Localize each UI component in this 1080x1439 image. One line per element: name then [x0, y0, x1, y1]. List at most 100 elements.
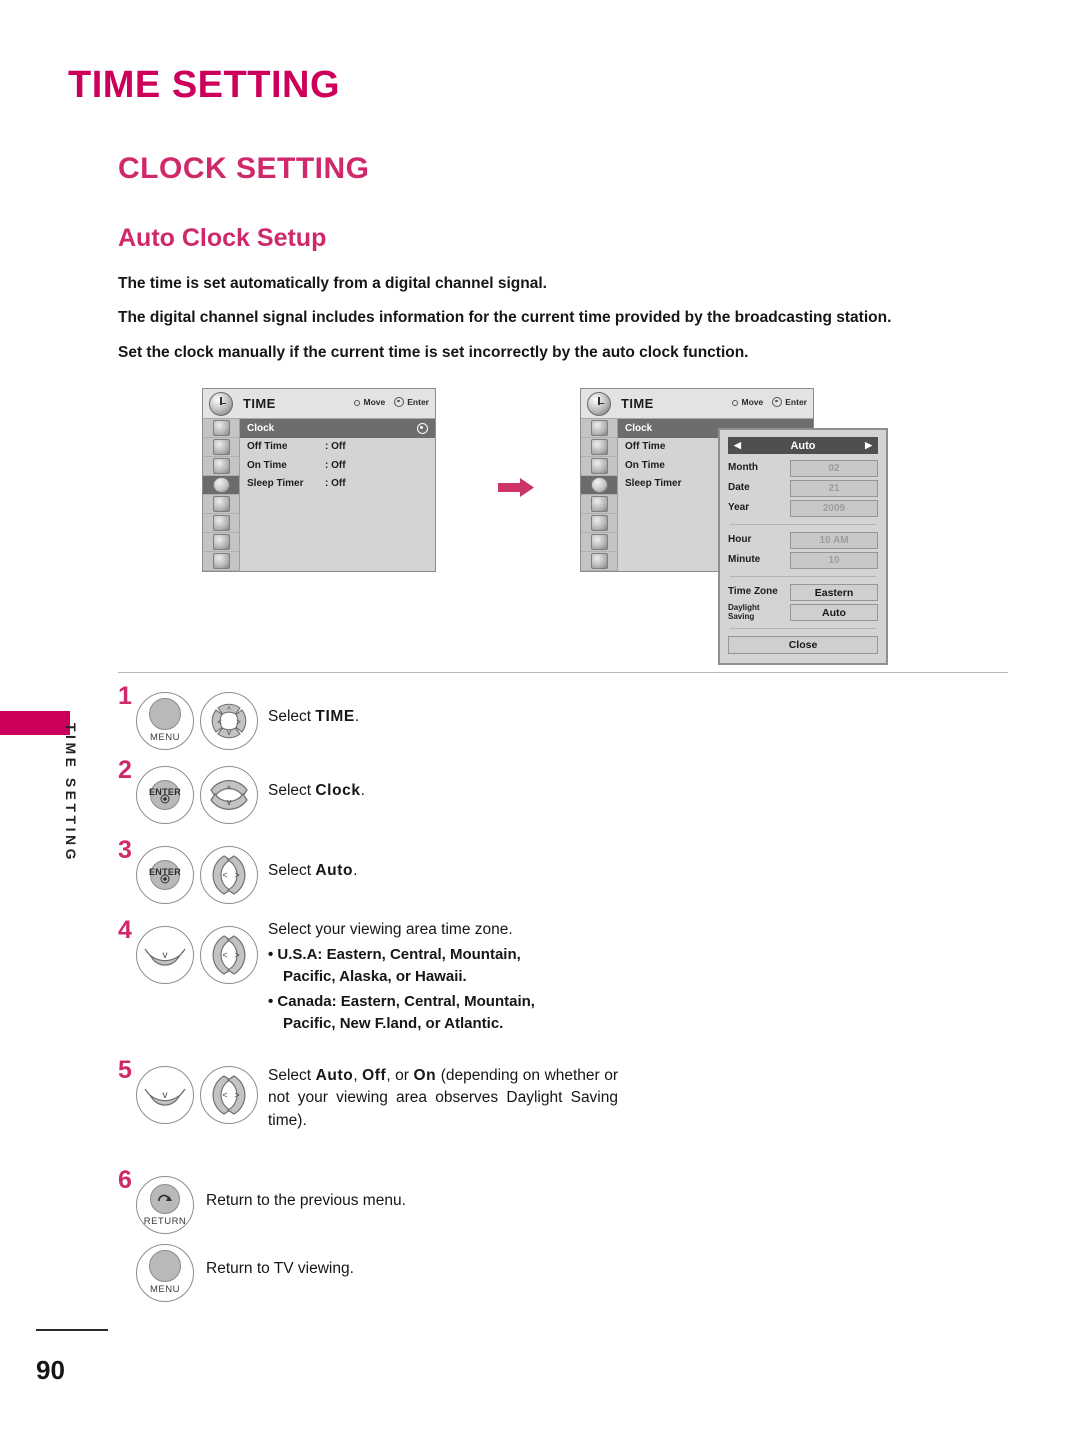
rail-icon-input[interactable] — [203, 533, 239, 552]
rail-icon-audio[interactable] — [203, 457, 239, 476]
dpad-icon — [352, 398, 361, 407]
hint-enter-label-2: Enter — [785, 397, 807, 407]
enter-dot-icon — [160, 874, 170, 884]
rail-icon-picture[interactable] — [203, 419, 239, 438]
rail-icon-usb[interactable] — [581, 552, 617, 571]
clock-mode-selector[interactable]: ◀ Auto ▶ — [728, 437, 878, 454]
intro-line-1: The time is set automatically from a dig… — [118, 275, 547, 292]
osd-header-2: TIME Move Enter — [581, 389, 813, 419]
picture-icon — [590, 420, 608, 436]
osd-sidebar-rail — [203, 419, 240, 571]
field-minute-value[interactable]: 10 — [790, 552, 878, 569]
return-button[interactable]: RETURN — [136, 1176, 194, 1234]
prev-arrow-icon[interactable]: ◀ — [734, 440, 741, 451]
field-hour: Hour 10 AM — [728, 532, 878, 549]
down-arrow-button-1[interactable]: v — [136, 926, 194, 984]
step-2-text: Select Clock. — [268, 780, 365, 802]
osd-row-on-time[interactable]: On Time : Off — [240, 456, 435, 475]
field-date-label: Date — [728, 482, 750, 494]
rail-icon-lock[interactable] — [581, 495, 617, 514]
step-2-text-bold: Clock — [315, 782, 361, 799]
hint-move: Move — [352, 397, 385, 407]
step-1-text-bold: TIME — [315, 708, 355, 725]
field-time-zone: Time Zone Eastern — [728, 584, 878, 601]
step-4-bullet-usa-line1: • U.S.A: Eastern, Central, Mountain, — [268, 946, 521, 964]
rail-icon-usb[interactable] — [203, 552, 239, 571]
field-minute-label: Minute — [728, 554, 761, 566]
svg-text:v: v — [163, 950, 168, 961]
field-year-label: Year — [728, 502, 750, 514]
subsection-heading: Auto Clock Setup — [118, 224, 327, 252]
leftright-arrows-button-3[interactable]: < > — [200, 1066, 258, 1124]
rail-icon-option[interactable] — [581, 514, 617, 533]
osd-row-clock-label: Clock — [247, 422, 275, 434]
osd-row-clock[interactable]: Clock — [240, 419, 435, 438]
rail-icon-screen[interactable] — [203, 438, 239, 457]
step-5-text: Select Auto, Off, or On (depending on wh… — [268, 1065, 618, 1132]
osd-row-clock-label: Clock — [625, 422, 653, 434]
field-year-value[interactable]: 2009 — [790, 500, 878, 517]
step-5-bold-auto: Auto — [315, 1067, 354, 1084]
leftright-arrows-button-1[interactable]: < > — [200, 846, 258, 904]
footer-divider — [36, 1329, 108, 1331]
step-5-bold-off: Off — [362, 1067, 387, 1084]
field-date-value[interactable]: 21 — [790, 480, 878, 497]
step-5-e: (depending on — [436, 1067, 541, 1084]
rail-icon-time[interactable] — [581, 476, 617, 495]
return-arrow-icon — [158, 1195, 172, 1202]
osd-sidebar-rail-2 — [581, 419, 618, 571]
usb-icon — [590, 553, 608, 569]
step-2-text-a: Select — [268, 782, 316, 799]
menu-button-cap — [149, 698, 181, 731]
updown-arrows-icon: ^ v — [210, 780, 248, 810]
step-5-bold-on: On — [413, 1067, 437, 1084]
enter-button-2[interactable]: ENTER — [136, 846, 194, 904]
time-icon — [590, 477, 608, 493]
rail-icon-lock[interactable] — [203, 495, 239, 514]
osd-row-off-time[interactable]: Off Time : Off — [240, 438, 435, 457]
field-hour-label: Hour — [728, 534, 752, 546]
enter-dot-icon — [772, 397, 783, 407]
osd-row-on-time-value: : Off — [325, 459, 346, 471]
osd-row-sleep-timer[interactable]: Sleep Timer : Off — [240, 475, 435, 494]
down-arrow-button-2[interactable]: v — [136, 1066, 194, 1124]
hint-enter-2: Enter — [772, 397, 807, 407]
field-daylight-saving-value[interactable]: Auto — [790, 604, 878, 621]
rail-icon-input[interactable] — [581, 533, 617, 552]
audio-icon — [212, 458, 230, 474]
svg-text:<: < — [222, 870, 227, 880]
return-button-label: RETURN — [143, 1216, 187, 1227]
field-hour-value[interactable]: 10 AM — [790, 532, 878, 549]
step-5-a: Select — [268, 1067, 316, 1084]
rail-icon-audio[interactable] — [581, 457, 617, 476]
field-time-zone-value[interactable]: Eastern — [790, 584, 878, 601]
close-button[interactable]: Close — [728, 636, 878, 654]
rail-icon-screen[interactable] — [581, 438, 617, 457]
osd-row-on-time-label: On Time — [625, 459, 665, 471]
enter-button-1[interactable]: ENTER — [136, 766, 194, 824]
rail-icon-picture[interactable] — [581, 419, 617, 438]
step-return-tv-text: Return to TV viewing. — [206, 1260, 354, 1277]
side-tab-marker — [0, 711, 70, 735]
menu-button[interactable]: MENU — [136, 692, 194, 750]
side-tab-label: TIME SETTING — [63, 723, 79, 863]
next-arrow-icon[interactable]: ▶ — [865, 440, 872, 451]
osd-title: TIME — [243, 396, 276, 411]
step-5-d: , or — [386, 1067, 414, 1084]
dpad-4way-button[interactable]: ^ v < > — [200, 692, 258, 750]
leftright-arrows-button-2[interactable]: < > — [200, 926, 258, 984]
step-4-heading: Select your viewing area time zone. — [268, 921, 513, 938]
osd-row-off-time-value: : Off — [325, 441, 346, 453]
updown-arrows-button[interactable]: ^ v — [200, 766, 258, 824]
osd-menu-panel: TIME Move Enter Clock Off Time: Off On … — [202, 388, 436, 572]
rail-icon-time[interactable] — [203, 476, 239, 495]
osd-header: TIME Move Enter — [203, 389, 435, 419]
step-3-text: Select Auto. — [268, 860, 357, 882]
osd-row-sleep-timer-label: Sleep Timer — [247, 478, 304, 490]
enter-dot-icon — [394, 397, 405, 407]
svg-text:^: ^ — [227, 706, 231, 715]
menu-button-2[interactable]: MENU — [136, 1244, 194, 1302]
step-4-bullet-canada-line1: • Canada: Eastern, Central, Mountain, — [268, 992, 535, 1010]
rail-icon-option[interactable] — [203, 514, 239, 533]
field-month-value[interactable]: 02 — [790, 460, 878, 477]
